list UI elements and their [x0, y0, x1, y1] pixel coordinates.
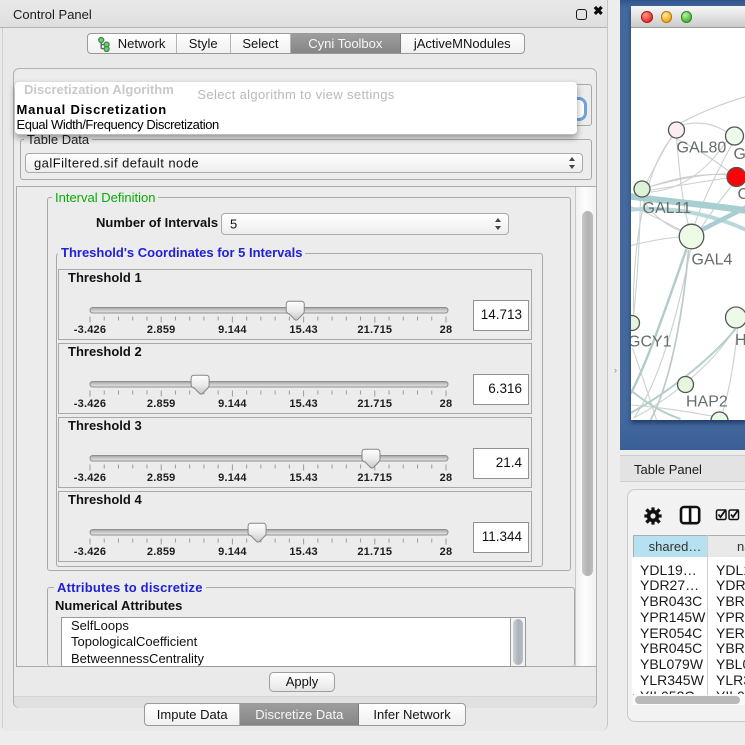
svg-text:CD: CD: [737, 186, 745, 203]
svg-text:21.715: 21.715: [357, 398, 392, 410]
svg-text:15.43: 15.43: [289, 324, 318, 336]
svg-text:28: 28: [440, 546, 453, 558]
svg-text:21.715: 21.715: [357, 546, 392, 558]
svg-text:28: 28: [440, 324, 453, 336]
svg-text:2.859: 2.859: [147, 472, 176, 484]
svg-text:9.144: 9.144: [218, 324, 247, 336]
svg-text:GCY1: GCY1: [631, 334, 672, 351]
svg-text:GAL80: GAL80: [676, 140, 726, 157]
svg-text:28: 28: [440, 472, 453, 484]
svg-text:9.144: 9.144: [218, 398, 247, 410]
svg-text:2.859: 2.859: [147, 398, 176, 410]
svg-text:GAL4: GAL4: [691, 252, 732, 269]
svg-text:28: 28: [440, 398, 453, 410]
svg-text:2.859: 2.859: [147, 546, 176, 558]
svg-text:21.715: 21.715: [357, 472, 392, 484]
svg-text:GAL11: GAL11: [642, 200, 691, 217]
svg-text:GAL: GAL: [733, 146, 745, 163]
svg-text:-3.426: -3.426: [74, 324, 106, 336]
svg-text:HK: HK: [735, 332, 745, 349]
svg-text:2.859: 2.859: [147, 324, 176, 336]
svg-text:9.144: 9.144: [218, 472, 247, 484]
svg-text:21.715: 21.715: [357, 324, 392, 336]
svg-text:-3.426: -3.426: [74, 546, 106, 558]
svg-text:15.43: 15.43: [289, 472, 318, 484]
svg-text:HAP2: HAP2: [686, 394, 728, 411]
svg-text:15.43: 15.43: [289, 546, 318, 558]
svg-text:-3.426: -3.426: [74, 472, 106, 484]
svg-text:15.43: 15.43: [289, 398, 318, 410]
svg-text:-3.426: -3.426: [74, 398, 106, 410]
svg-text:9.144: 9.144: [218, 546, 247, 558]
